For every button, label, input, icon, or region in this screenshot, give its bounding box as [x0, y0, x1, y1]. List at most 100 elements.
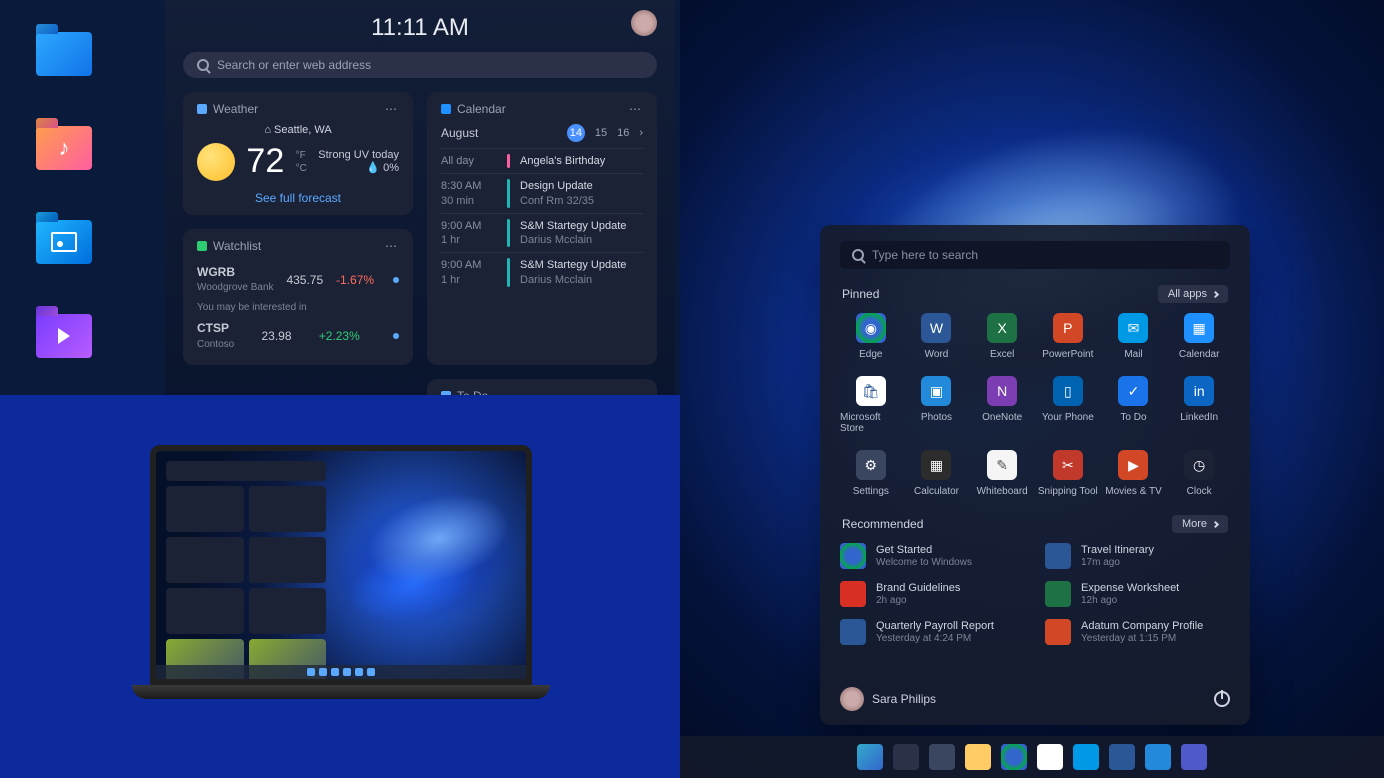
- app-icon: ✎: [987, 450, 1017, 480]
- file-icon: [840, 581, 866, 607]
- app-icon: ▦: [1184, 313, 1214, 343]
- calendar-event[interactable]: 9:00 AM1 hr S&M Startegy UpdateDarius Mc…: [441, 213, 643, 253]
- photo-icon: [36, 220, 92, 264]
- chevron-right-icon: [1212, 520, 1219, 527]
- calendar-icon: [441, 104, 451, 114]
- calendar-event[interactable]: 9:00 AM1 hr S&M Startegy UpdateDarius Mc…: [441, 252, 643, 292]
- app-icon: ◉: [856, 313, 886, 343]
- file-icon: [1045, 543, 1071, 569]
- app-icon: ✓: [1118, 376, 1148, 406]
- file-icon: [840, 543, 866, 569]
- sun-icon: [197, 143, 235, 181]
- folder-documents[interactable]: [36, 32, 92, 76]
- forecast-link[interactable]: See full forecast: [197, 191, 399, 205]
- folder-pictures[interactable]: [36, 220, 92, 264]
- more-icon[interactable]: ⋯: [629, 102, 643, 116]
- more-button[interactable]: More: [1172, 515, 1228, 533]
- all-apps-button[interactable]: All apps: [1158, 285, 1228, 303]
- recommended-label: Recommended: [842, 517, 923, 531]
- pin-movies-tv[interactable]: ▶ Movies & TV: [1103, 450, 1165, 497]
- pin-photos[interactable]: ▣ Photos: [906, 376, 968, 434]
- weather-temp: 72: [246, 142, 284, 181]
- more-icon[interactable]: ⋯: [385, 239, 399, 253]
- taskbar-edge[interactable]: [1001, 744, 1027, 770]
- taskbar-store[interactable]: [1037, 744, 1063, 770]
- taskbar-photos[interactable]: [1145, 744, 1171, 770]
- app-icon: P: [1053, 313, 1083, 343]
- app-icon: ◷: [1184, 450, 1214, 480]
- power-button[interactable]: [1214, 691, 1230, 707]
- pin-calendar[interactable]: ▦ Calendar: [1168, 313, 1230, 360]
- pin-whiteboard[interactable]: ✎ Whiteboard: [971, 450, 1033, 497]
- recommended-item[interactable]: Travel Itinerary17m ago: [1045, 543, 1230, 569]
- stock-row[interactable]: CTSPContoso 23.98 +2.23%: [197, 317, 399, 354]
- stock-row[interactable]: WGRBWoodgrove Bank 435.75 -1.67%: [197, 261, 399, 298]
- pin-powerpoint[interactable]: P PowerPoint: [1037, 313, 1099, 360]
- calendar-title: Calendar: [457, 102, 506, 116]
- recommended-item[interactable]: Get StartedWelcome to Windows: [840, 543, 1025, 569]
- app-icon: ▯: [1053, 376, 1083, 406]
- watchlist-widget[interactable]: Watchlist ⋯ WGRBWoodgrove Bank 435.75 -1…: [183, 229, 413, 365]
- folder-videos[interactable]: [36, 314, 92, 358]
- user-name: Sara Philips: [872, 692, 936, 706]
- pin-mail[interactable]: ✉ Mail: [1103, 313, 1165, 360]
- taskbar-start[interactable]: [857, 744, 883, 770]
- app-icon: W: [921, 313, 951, 343]
- app-icon: 🛍: [856, 376, 886, 406]
- taskbar-explorer[interactable]: [965, 744, 991, 770]
- weather-widget[interactable]: Weather ⋯ ⌂ Seattle, WA 72 °F °C Strong …: [183, 92, 413, 215]
- taskbar-word[interactable]: [1109, 744, 1135, 770]
- app-icon: ▣: [921, 376, 951, 406]
- pin-edge[interactable]: ◉ Edge: [840, 313, 902, 360]
- widgets-search[interactable]: Search or enter web address: [183, 52, 657, 78]
- app-icon: in: [1184, 376, 1214, 406]
- pin-linkedin[interactable]: in LinkedIn: [1168, 376, 1230, 434]
- taskbar-search[interactable]: [893, 744, 919, 770]
- taskbar-task-view[interactable]: [929, 744, 955, 770]
- recommended-item[interactable]: Expense Worksheet12h ago: [1045, 581, 1230, 607]
- stock-dot: [393, 277, 399, 283]
- file-icon: [840, 619, 866, 645]
- recommended-item[interactable]: Brand Guidelines2h ago: [840, 581, 1025, 607]
- more-icon[interactable]: ⋯: [385, 102, 399, 116]
- weather-title: Weather: [213, 102, 258, 116]
- pin-your-phone[interactable]: ▯ Your Phone: [1037, 376, 1099, 434]
- pin-microsoft-store[interactable]: 🛍 Microsoft Store: [840, 376, 902, 434]
- search-icon: [197, 59, 209, 71]
- weather-icon: [197, 104, 207, 114]
- widgets-time: 11:11 AM: [183, 14, 657, 42]
- start-search[interactable]: Type here to search: [840, 241, 1230, 269]
- pin-settings[interactable]: ⚙ Settings: [840, 450, 902, 497]
- music-icon: [36, 126, 92, 170]
- taskbar-mail[interactable]: [1073, 744, 1099, 770]
- search-placeholder: Search or enter web address: [217, 58, 371, 72]
- calendar-event[interactable]: All day Angela's Birthday: [441, 148, 643, 173]
- recommended-item[interactable]: Adatum Company ProfileYesterday at 1:15 …: [1045, 619, 1230, 645]
- calendar-event[interactable]: 8:30 AM30 min Design UpdateConf Rm 32/35: [441, 173, 643, 213]
- stocks-icon: [197, 241, 207, 251]
- pinned-label: Pinned: [842, 287, 879, 301]
- start-search-placeholder: Type here to search: [872, 248, 978, 262]
- widgets-avatar[interactable]: [631, 10, 657, 36]
- recommended-item[interactable]: Quarterly Payroll ReportYesterday at 4:2…: [840, 619, 1025, 645]
- calendar-month: August: [441, 126, 478, 140]
- pin-word[interactable]: W Word: [906, 313, 968, 360]
- app-icon: ✉: [1118, 313, 1148, 343]
- widgets-panel: 11:11 AM Search or enter web address Wea…: [165, 0, 675, 395]
- pin-onenote[interactable]: N OneNote: [971, 376, 1033, 434]
- avatar-icon: [840, 687, 864, 711]
- pin-excel[interactable]: X Excel: [971, 313, 1033, 360]
- calendar-days[interactable]: 14 15 16 ›: [567, 124, 643, 142]
- folder-music[interactable]: [36, 126, 92, 170]
- file-icon: [1045, 619, 1071, 645]
- pin-snipping-tool[interactable]: ✂ Snipping Tool: [1037, 450, 1099, 497]
- chevron-right-icon: [1212, 290, 1219, 297]
- calendar-widget[interactable]: Calendar ⋯ August 14 15 16 › All day Ang…: [427, 92, 657, 365]
- taskbar-teams[interactable]: [1181, 744, 1207, 770]
- weather-location: Seattle, WA: [274, 124, 332, 136]
- pin-clock[interactable]: ◷ Clock: [1168, 450, 1230, 497]
- start-user[interactable]: Sara Philips: [840, 687, 936, 711]
- taskbar: [680, 736, 1384, 778]
- pin-to-do[interactable]: ✓ To Do: [1103, 376, 1165, 434]
- pin-calculator[interactable]: ▦ Calculator: [906, 450, 968, 497]
